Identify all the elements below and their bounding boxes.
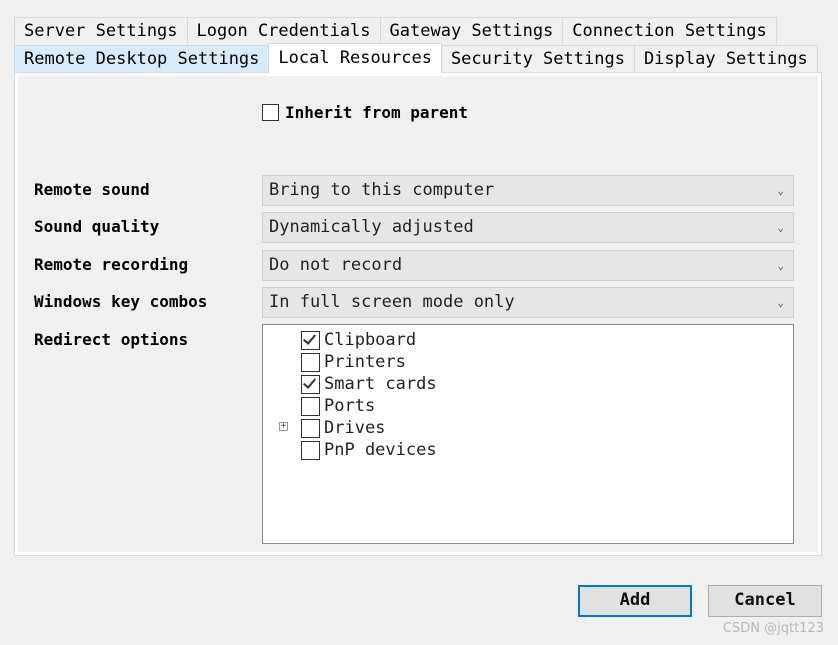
redirect-item-ports[interactable]: Ports xyxy=(301,395,375,417)
windows-key-combos-value: In full screen mode only xyxy=(269,292,515,312)
remote-sound-value: Bring to this computer xyxy=(269,180,495,200)
sound-quality-value: Dynamically adjusted xyxy=(269,217,474,237)
inherit-from-parent[interactable]: Inherit from parent xyxy=(262,103,468,122)
inherit-checkbox[interactable] xyxy=(262,104,279,121)
redirect-item-label: Printers xyxy=(324,352,406,372)
pnp-devices-checkbox[interactable] xyxy=(301,440,320,460)
redirect-item-printers[interactable]: Printers xyxy=(301,351,406,373)
redirect-item-smart-cards[interactable]: Smart cards xyxy=(301,373,437,395)
clipboard-checkbox[interactable] xyxy=(301,330,320,350)
redirect-item-clipboard[interactable]: Clipboard xyxy=(301,329,416,351)
redirect-item-label: PnP devices xyxy=(324,440,437,460)
sound-quality-select[interactable]: Dynamically adjusted ⌄ xyxy=(262,212,794,243)
redirect-item-pnp-devices[interactable]: PnP devices xyxy=(301,439,437,461)
redirect-options-list[interactable]: Clipboard Printers Smart cards Ports + D… xyxy=(262,324,794,544)
tab-display-settings[interactable]: Display Settings xyxy=(633,45,818,72)
tab-server-settings[interactable]: Server Settings xyxy=(14,17,188,44)
remote-recording-label: Remote recording xyxy=(34,255,189,274)
redirect-options-label: Redirect options xyxy=(34,330,189,349)
remote-sound-select[interactable]: Bring to this computer ⌄ xyxy=(262,175,794,206)
add-button[interactable]: Add xyxy=(578,585,692,617)
expand-plus-icon[interactable]: + xyxy=(279,422,288,431)
remote-recording-value: Do not record xyxy=(269,255,403,275)
redirect-item-label: Clipboard xyxy=(324,330,417,350)
remote-recording-select[interactable]: Do not record ⌄ xyxy=(262,250,794,281)
chevron-down-icon: ⌄ xyxy=(777,296,784,309)
tab-remote-desktop-settings[interactable]: Remote Desktop Settings xyxy=(14,45,270,72)
inherit-label: Inherit from parent xyxy=(285,103,469,122)
printers-checkbox[interactable] xyxy=(301,352,320,372)
ports-checkbox[interactable] xyxy=(301,396,320,416)
redirect-item-drives[interactable]: Drives xyxy=(301,417,385,439)
chevron-down-icon: ⌄ xyxy=(777,221,784,234)
redirect-item-label: Smart cards xyxy=(324,374,437,394)
tab-local-resources[interactable]: Local Resources xyxy=(268,43,442,73)
drives-checkbox[interactable] xyxy=(301,418,320,438)
cancel-button[interactable]: Cancel xyxy=(708,585,822,617)
redirect-item-label: Drives xyxy=(324,418,386,438)
smart-cards-checkbox[interactable] xyxy=(301,374,320,394)
tab-security-settings[interactable]: Security Settings xyxy=(440,45,635,72)
windows-key-combos-select[interactable]: In full screen mode only ⌄ xyxy=(262,287,794,318)
tab-logon-credentials[interactable]: Logon Credentials xyxy=(186,17,381,44)
tab-row-front: Remote Desktop Settings Local Resources … xyxy=(14,43,818,73)
tab-row-back: Server Settings Logon Credentials Gatewa… xyxy=(14,17,777,44)
redirect-item-label: Ports xyxy=(324,396,376,416)
tab-connection-settings[interactable]: Connection Settings xyxy=(562,17,777,44)
windows-key-combos-label: Windows key combos xyxy=(34,292,208,311)
chevron-down-icon: ⌄ xyxy=(777,184,784,197)
chevron-down-icon: ⌄ xyxy=(777,259,784,272)
remote-sound-label: Remote sound xyxy=(34,180,150,199)
sound-quality-label: Sound quality xyxy=(34,217,160,236)
tab-gateway-settings[interactable]: Gateway Settings xyxy=(379,17,564,44)
watermark: CSDN @jqtt123 xyxy=(722,621,824,636)
